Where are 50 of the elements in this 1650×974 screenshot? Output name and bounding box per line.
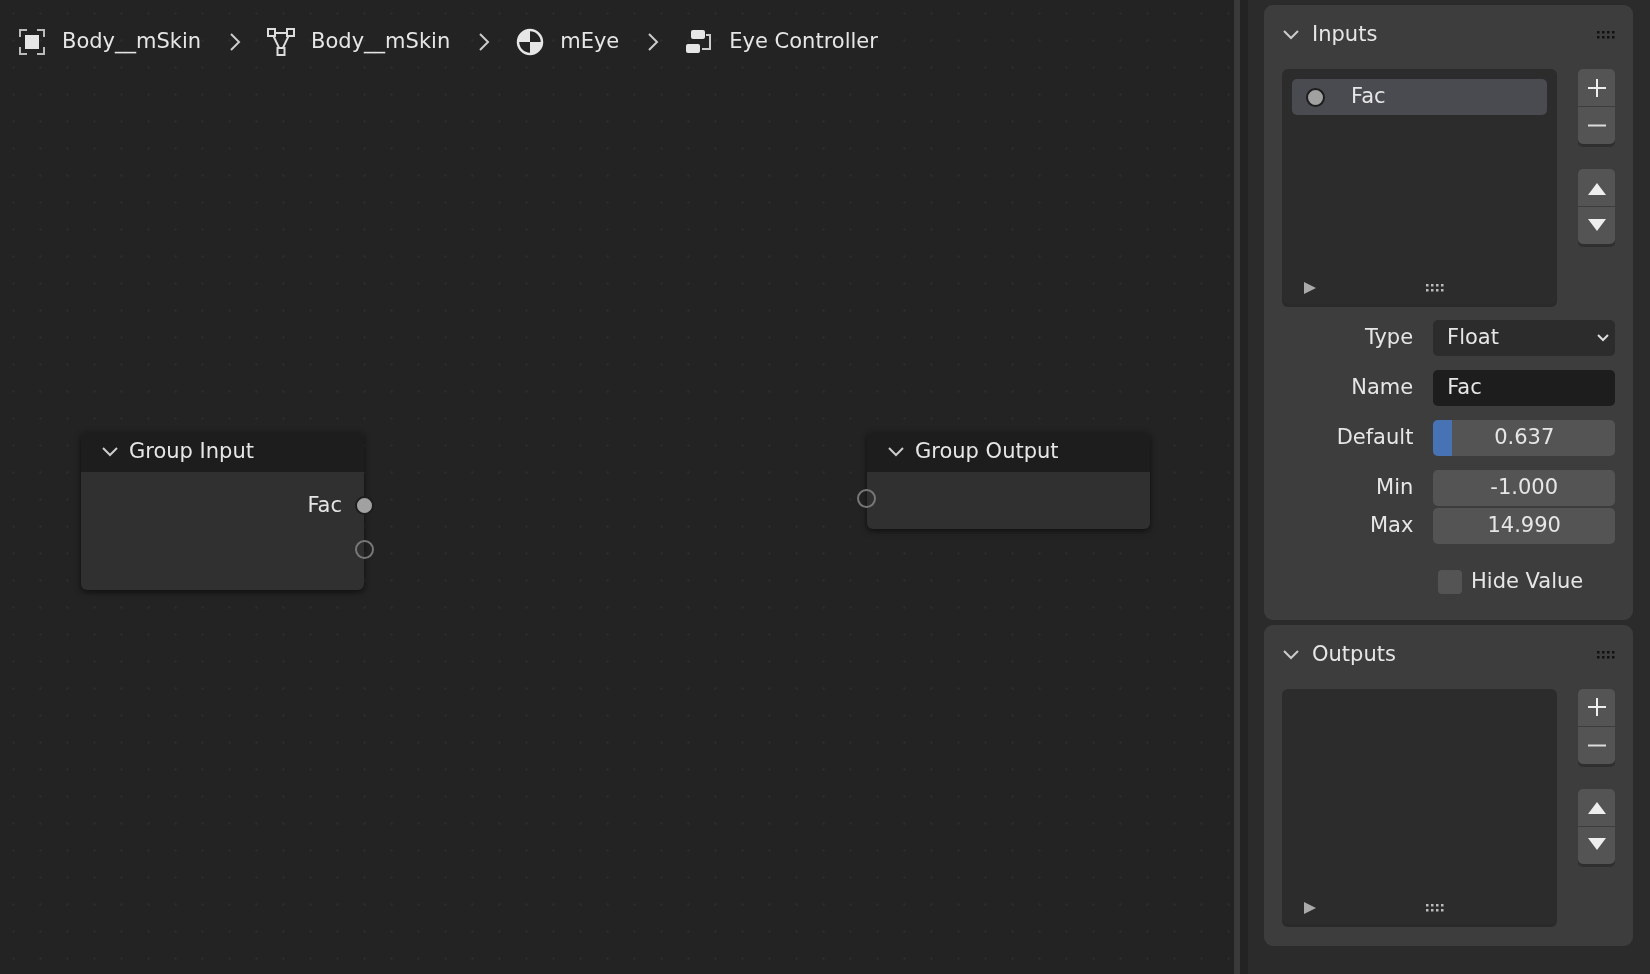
breadcrumb-item[interactable]: Body__mSkin xyxy=(62,26,202,58)
socket-label: Fac xyxy=(307,492,342,520)
remove-button[interactable] xyxy=(1578,107,1615,144)
move-up-button[interactable] xyxy=(1578,788,1615,826)
node-group-icon xyxy=(685,27,714,56)
breadcrumb-item[interactable]: Eye Controller xyxy=(729,26,878,58)
field-label: Name xyxy=(1350,374,1415,402)
chevron-right-icon xyxy=(647,31,660,52)
socket-icon[interactable] xyxy=(355,540,374,559)
mesh-icon xyxy=(267,27,296,56)
chevron-right-icon xyxy=(229,31,242,52)
resize-handle-icon[interactable] xyxy=(1426,903,1446,912)
type-dropdown[interactable]: Float xyxy=(1433,320,1615,356)
socket-dot-icon xyxy=(1306,87,1325,107)
plus-icon xyxy=(1586,77,1607,98)
slider-field[interactable]: 0.637 xyxy=(1433,420,1615,456)
node-title: Group Output xyxy=(915,438,1059,466)
socket-icon[interactable] xyxy=(857,489,876,508)
minus-icon xyxy=(1586,743,1607,747)
field-label: Default xyxy=(1335,424,1415,452)
panel-title[interactable]: Inputs xyxy=(1312,19,1597,51)
socket-icon[interactable] xyxy=(355,496,374,515)
breadcrumb-item[interactable]: Body__mSkin xyxy=(311,26,451,58)
plus-icon xyxy=(1586,697,1607,717)
panel-title[interactable]: Outputs xyxy=(1312,638,1597,671)
text-field[interactable]: Fac xyxy=(1433,370,1615,406)
remove-button[interactable] xyxy=(1578,726,1615,764)
move-down-button[interactable] xyxy=(1578,826,1615,864)
move-down-button[interactable] xyxy=(1578,207,1615,244)
add-button[interactable] xyxy=(1578,688,1615,726)
expand-triangle-icon[interactable] xyxy=(1304,901,1316,914)
field-label: Max xyxy=(1368,512,1415,540)
move-up-button[interactable] xyxy=(1578,169,1615,206)
minus-icon xyxy=(1586,124,1607,127)
expand-triangle-icon[interactable] xyxy=(1304,282,1316,294)
resize-handle-icon[interactable] xyxy=(1426,284,1446,292)
node-title: Group Input xyxy=(129,438,254,466)
drag-handle-icon[interactable] xyxy=(1597,650,1615,659)
chevron-right-icon xyxy=(478,31,491,52)
object-icon xyxy=(18,27,46,56)
material-sphere-icon xyxy=(516,27,545,56)
add-button[interactable] xyxy=(1578,69,1615,106)
number-field[interactable]: -1.000 xyxy=(1433,470,1615,506)
drag-handle-icon[interactable] xyxy=(1597,31,1615,39)
field-label: Type xyxy=(1363,324,1415,352)
checkbox-label: Hide Value xyxy=(1471,568,1584,595)
list-item[interactable]: Fac xyxy=(1292,79,1547,115)
field-label: Min xyxy=(1375,474,1415,502)
breadcrumb-item[interactable]: mEye xyxy=(560,26,620,58)
number-field[interactable]: 14.990 xyxy=(1433,508,1615,544)
